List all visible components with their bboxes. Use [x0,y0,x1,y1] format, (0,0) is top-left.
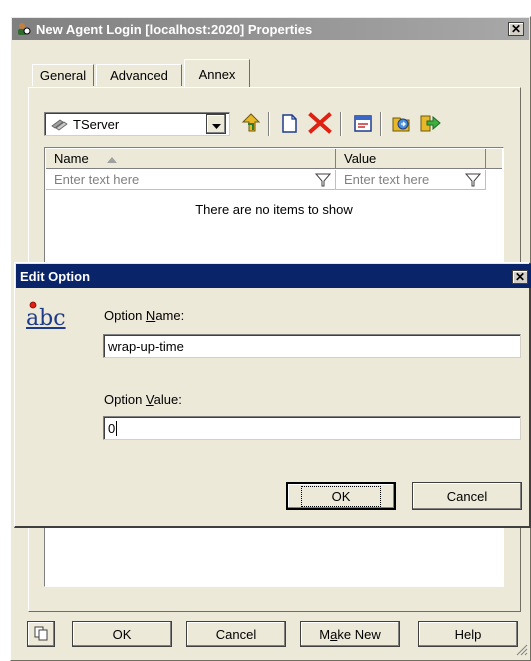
column-header-name-label: Name [54,151,89,166]
export-icon [418,115,442,137]
chevron-down-icon [211,117,221,132]
name-filter-placeholder: Enter text here [54,172,140,187]
tab-annex[interactable]: Annex [184,59,250,88]
grid-empty-message: There are no items to show [195,202,353,217]
import-icon [390,117,412,137]
option-name-input[interactable]: wrap-up-time [103,334,521,358]
edit-option-ok-button[interactable]: OK [286,482,396,510]
value-filter-placeholder: Enter text here [344,172,430,187]
edit-option-cancel-button[interactable]: Cancel [412,482,522,510]
new-item-button[interactable] [278,112,300,134]
up-level-button[interactable] [240,112,262,134]
option-value-value: 0 [108,420,116,436]
tab-advanced-label: Advanced [110,68,168,83]
text-cursor [116,420,118,436]
column-header-filler [486,149,502,169]
copy-icon [33,625,49,644]
new-document-icon [278,114,300,137]
column-header-name[interactable]: Name [46,149,336,169]
edit-option-title-bar[interactable]: Edit Option [16,264,531,288]
make-new-button[interactable]: Make New [300,621,400,647]
edit-option-ok-label: OK [300,485,382,507]
resize-grip[interactable] [514,642,528,656]
option-value-input[interactable]: 0 [103,416,521,440]
tserver-icon [51,117,69,131]
cancel-button[interactable]: Cancel [186,621,286,647]
edit-option-title: Edit Option [20,268,91,284]
properties-close-button[interactable]: ✕ [508,22,524,36]
value-filter-button[interactable] [464,172,482,188]
option-name-value: wrap-up-time [108,338,184,354]
name-filter-input[interactable]: Enter text here [46,170,336,190]
delete-x-icon [308,112,332,137]
help-button[interactable]: Help [418,621,518,647]
properties-title: New Agent Login [localhost:2020] Propert… [36,21,313,37]
option-name-label: Option Name: [104,308,185,323]
section-select-dropdown-button[interactable] [206,114,226,134]
tab-annex-label: Annex [198,66,236,82]
filter-funnel-icon [464,173,482,191]
sort-ascending-icon [106,151,117,166]
filter-funnel-icon [314,173,332,191]
ok-button[interactable]: OK [72,621,172,647]
edit-form-icon [352,115,374,137]
edit-button[interactable] [352,112,374,134]
tab-advanced[interactable]: Advanced [96,64,182,86]
cancel-button-label: Cancel [215,626,257,642]
up-arrow-folder-icon [240,113,262,137]
tab-general-label: General [39,68,87,83]
close-icon: ✕ [510,22,522,36]
make-new-button-label: Make New [319,626,381,642]
import-button[interactable] [390,112,412,134]
section-select[interactable]: TServer [44,112,230,136]
help-button-label: Help [454,626,482,642]
agent-icon [16,21,32,37]
toolbar-separator-3 [380,112,382,136]
close-icon: ✕ [514,270,526,284]
option-value-label: Option Value: [104,392,182,407]
delete-button[interactable] [308,112,332,134]
edit-option-close-button[interactable]: ✕ [512,270,528,284]
toolbar-separator-2 [340,112,342,136]
properties-title-bar[interactable]: New Agent Login [localhost:2020] Propert… [12,18,529,40]
column-header-value-label: Value [344,151,377,166]
section-select-value: TServer [73,116,120,132]
edit-option-cancel-label: Cancel [446,488,488,504]
ok-button-label: OK [112,626,132,642]
tab-general[interactable]: General [32,64,94,86]
abc-text: abc [26,306,66,331]
text-option-icon: abc [26,300,66,332]
export-button[interactable] [418,112,442,134]
column-header-value[interactable]: Value [336,149,486,169]
copy-button[interactable] [27,621,55,647]
name-filter-button[interactable] [314,172,332,188]
toolbar-separator [268,112,270,136]
